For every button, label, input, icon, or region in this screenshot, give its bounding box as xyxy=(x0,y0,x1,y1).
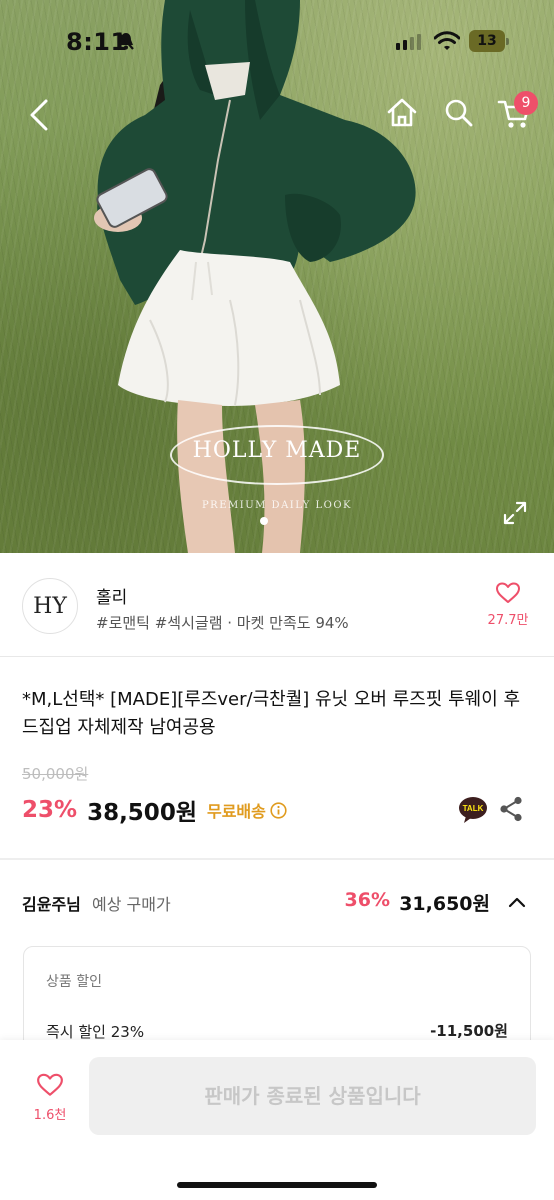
info-icon[interactable] xyxy=(270,801,287,819)
home-indicator xyxy=(177,1182,377,1188)
cart-count-badge: 9 xyxy=(514,91,538,115)
expected-discount: 36% xyxy=(344,889,390,911)
product-image-carousel[interactable]: 8:11 13 9 HOLLY MADE PREMIUM DAILY LOOK xyxy=(0,0,554,553)
status-bar: 8:11 13 xyxy=(0,0,554,82)
discount-box-title: 상품 할인 xyxy=(46,974,102,990)
bell-off-icon xyxy=(118,32,134,50)
home-icon[interactable] xyxy=(385,96,419,130)
shop-tags: #로맨틱 #섹시글램 · 마켓 만족도 94% xyxy=(96,614,349,632)
user-name: 김윤주님 xyxy=(22,895,81,914)
instant-discount-value: -11,500원 xyxy=(430,1022,508,1040)
kakaotalk-share-icon[interactable]: TALK xyxy=(458,795,488,825)
expand-icon[interactable] xyxy=(503,501,527,525)
like-count: 1.6천 xyxy=(33,1108,67,1123)
shop-logo[interactable]: HY xyxy=(22,578,78,634)
expected-price-label: 예상 구매가 xyxy=(92,895,171,914)
sale-ended-button[interactable]: 판매가 종료된 상품입니다 xyxy=(89,1057,536,1135)
battery-indicator: 13 xyxy=(469,30,509,52)
cellular-signal-icon xyxy=(396,34,421,50)
discount-rate: 23% xyxy=(22,797,78,823)
watermark-brand: HOLLY MADE xyxy=(192,438,362,463)
like-button[interactable]: 1.6천 xyxy=(28,1072,72,1123)
wifi-icon xyxy=(434,31,460,50)
free-shipping-label: 무료배송 xyxy=(206,802,266,821)
shop-like-count: 27.7만 xyxy=(487,613,529,628)
instant-discount-label: 즉시 할인 23% xyxy=(46,1023,145,1041)
original-price: 50,000원 xyxy=(22,765,89,783)
search-icon[interactable] xyxy=(443,97,475,129)
heart-outline-icon xyxy=(496,582,520,603)
heart-outline-icon xyxy=(37,1073,63,1096)
chevron-left-icon[interactable] xyxy=(24,96,56,134)
section-divider xyxy=(0,858,554,860)
expected-price: 31,650원 xyxy=(399,893,490,915)
shop-info-row[interactable]: HY 홀리 #로맨틱 #섹시글램 · 마켓 만족도 94% 27.7만 xyxy=(0,553,554,657)
shop-name[interactable]: 홀리 xyxy=(96,583,127,608)
sale-price: 38,500원 xyxy=(87,800,197,826)
product-title: *M,L선택* [MADE][루즈ver/극찬퀄] 유닛 오버 루즈핏 투웨이 … xyxy=(22,689,521,738)
chevron-up-icon[interactable] xyxy=(506,891,528,913)
svg-text:TALK: TALK xyxy=(463,804,484,813)
expected-price-row[interactable]: 김윤주님 예상 구매가 36% 31,650원 xyxy=(22,887,532,917)
share-icon[interactable] xyxy=(499,796,523,822)
price-row: 23% 38,500원 무료배송 xyxy=(22,793,287,827)
carousel-indicator-dot xyxy=(260,517,268,525)
shop-like-button[interactable]: 27.7만 xyxy=(486,581,530,628)
bottom-action-bar: 1.6천 판매가 종료된 상품입니다 xyxy=(0,1040,554,1200)
watermark-subtitle: PREMIUM DAILY LOOK xyxy=(201,500,353,511)
